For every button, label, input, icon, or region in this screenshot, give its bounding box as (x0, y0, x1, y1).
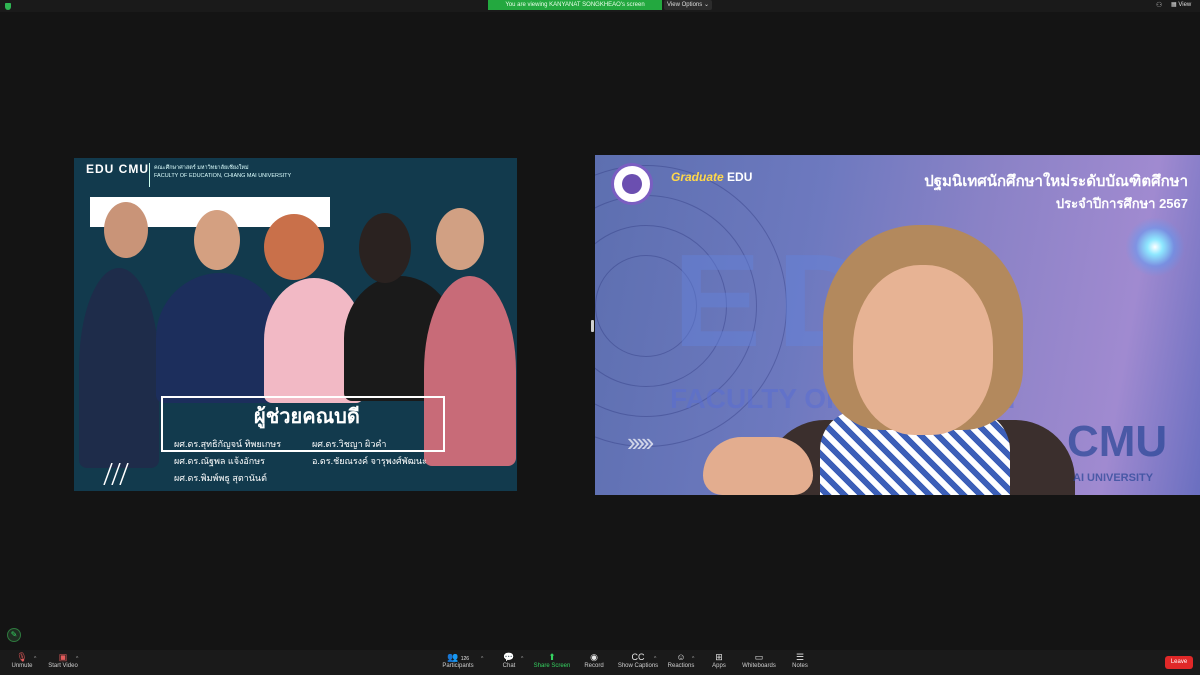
edit-pencil-icon[interactable]: ✎ (7, 628, 21, 642)
slide-title: ผู้ช่วยคณบดี (254, 406, 360, 428)
view-label: View (1178, 2, 1192, 8)
notes-icon: ☰ (795, 652, 805, 662)
chat-caret[interactable]: ^ (521, 656, 523, 662)
orientation-title: ปฐมนิเทศนักศึกษาใหม่ระดับบัณฑิตศึกษา (924, 173, 1188, 190)
edu-logo-text: EDU (727, 170, 753, 184)
video-off-icon: ▣ (58, 652, 68, 662)
notes-label: Notes (792, 663, 808, 669)
viewing-screen-banner: You are viewing KANYANAT SONGKHEAO's scr… (488, 0, 662, 10)
leave-button[interactable]: Leave (1165, 656, 1193, 669)
edu-cmu-logo: EDU CMU (86, 162, 149, 176)
speaker-video[interactable]: EDU FACULTY OF EDUCATION ››››› Graduate … (595, 155, 1200, 495)
name-line: ผศ.ดร.พิมพ์พธู สุตานันต์ (174, 473, 267, 483)
view-options-button[interactable]: View Options ⌄ (664, 0, 712, 10)
faculty-name-thai: คณะศึกษาศาสตร์ มหาวิทยาลัยเชียงใหม่ (154, 165, 249, 171)
graduate-logo-text: Graduate (671, 170, 724, 184)
chevron-decoration: ››››› (627, 427, 654, 457)
slash-decoration (103, 463, 129, 485)
speaker-hand (703, 437, 813, 495)
graduate-edu-logo: Graduate EDU (671, 170, 752, 184)
background-cmu-text: CMU (1067, 417, 1168, 466)
start-video-button[interactable]: ▣ Start Video (35, 652, 91, 671)
light-flare (1125, 217, 1185, 277)
name-line: ผศ.ดร.สุทธิกัญจน์ ทิพยเกษร (174, 439, 282, 449)
meeting-toolbar: 🎙 Unmute ^ ▣ Start Video ^ 👥 126 Partici… (0, 650, 1200, 675)
participants-button[interactable]: 👥 126 Participants (430, 652, 486, 671)
participants-label: Participants (442, 663, 474, 669)
academic-year-title: ประจำปีการศึกษา 2567 (1055, 196, 1188, 211)
grid-icon: ▦ (1171, 2, 1177, 8)
faculty-name-english: FACULTY OF EDUCATION, CHIANG MAI UNIVERS… (154, 173, 292, 179)
view-button[interactable]: ▦ View (1171, 1, 1191, 10)
shared-screen: EDU CMU คณะศึกษาศาสตร์ มหาวิทยาลัยเชียงใ… (74, 158, 517, 491)
university-seal-logo (611, 163, 653, 205)
video-options-caret[interactable]: ^ (76, 656, 78, 662)
background-university-text: AI UNIVERSITY (1073, 472, 1154, 484)
name-line: อ.ดร.ชัยณรงค์ จารุพงศ์พัฒนะ (312, 456, 427, 466)
security-shield-icon[interactable] (5, 3, 11, 10)
participants-icon: 👥 126 (446, 652, 470, 662)
logo-divider (149, 163, 150, 187)
speaker-face (853, 265, 993, 435)
start-video-label: Start Video (48, 663, 78, 669)
name-line: ผศ.ดร.ณัฐพล แจ้งอักษร (174, 456, 266, 466)
person-icon[interactable]: ⚇ (1156, 2, 1162, 10)
notes-button[interactable]: ☰ Notes (772, 652, 828, 671)
split-divider-handle[interactable] (591, 320, 594, 332)
name-line: ผศ.ดร.วิชญา ผิวคำ (312, 439, 387, 449)
